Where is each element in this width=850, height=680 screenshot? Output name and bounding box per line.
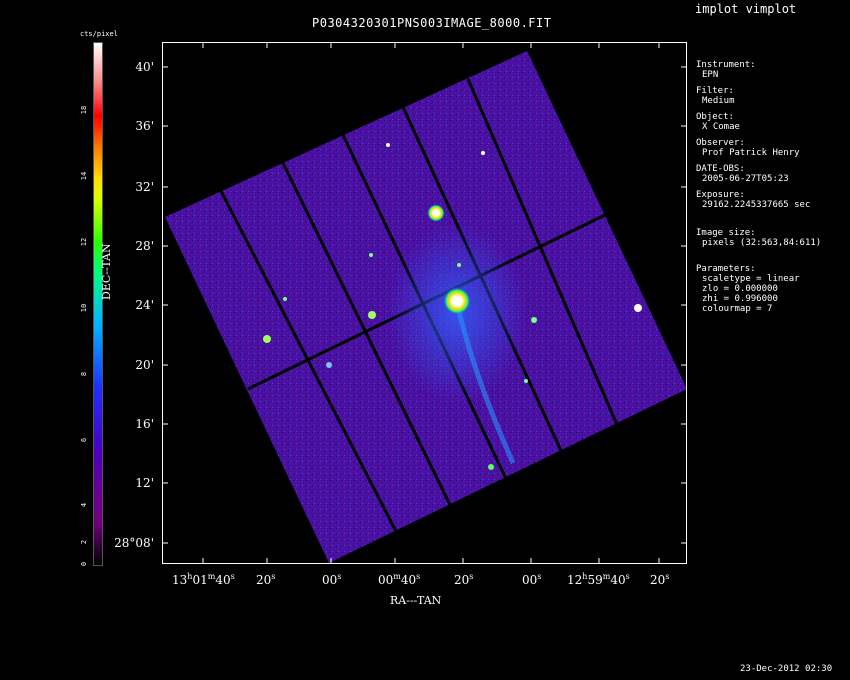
- param-zhi: zhi = 0.996000: [702, 294, 778, 304]
- app-title: implot vimplot: [695, 2, 797, 16]
- image-frame: [162, 42, 687, 564]
- filter-value: Medium: [702, 96, 735, 106]
- dec-tick: 16': [135, 417, 154, 431]
- object-label: Object:: [696, 112, 734, 122]
- colorbar-tick: 4: [79, 502, 88, 508]
- colorbar-tick: 8: [79, 371, 88, 377]
- filter-label: Filter:: [696, 86, 734, 96]
- colorbar-tick: 18: [79, 105, 88, 115]
- dec-tick: 28': [135, 239, 154, 253]
- instrument-value: EPN: [702, 70, 719, 80]
- dec-tick: 20': [135, 358, 154, 372]
- ra-tick: 00m40s: [378, 572, 421, 587]
- dec-tick: 24': [135, 298, 154, 312]
- param-zlo: zlo = 0.000000: [702, 284, 778, 294]
- ra-tick: 00s: [522, 572, 542, 587]
- observer-label: Observer:: [696, 138, 745, 148]
- colorbar-tick: 2: [79, 539, 88, 545]
- ra-tick: 12h59m40s: [567, 572, 630, 587]
- dec-tick: 28°08': [114, 536, 154, 550]
- ra-tick: 20s: [256, 572, 276, 587]
- timestamp: 23-Dec-2012 02:30: [740, 664, 833, 674]
- size-label: Image size:: [696, 228, 756, 238]
- param-scaletype: scaletype = linear: [702, 274, 800, 284]
- colorbar-tick: 12: [79, 237, 88, 247]
- y-axis-label: DEC--TAN: [100, 243, 113, 300]
- exposure-value: 29162.2245337665 sec: [702, 200, 811, 210]
- info-panel: Instrument: EPN Filter: Medium Object: X…: [696, 60, 821, 314]
- instrument-label: Instrument:: [696, 60, 756, 70]
- colorbar-tick: 10: [79, 303, 88, 313]
- ra-tick: 13h01m40s: [172, 572, 235, 587]
- plot-title: P0304320301PNS003IMAGE_8000.FIT: [312, 16, 552, 30]
- ra-tick: 00s: [322, 572, 342, 587]
- dec-tick: 12': [135, 476, 154, 490]
- object-value: X Comae: [702, 122, 740, 132]
- colorbar-tick: 6: [79, 437, 88, 443]
- ra-tick: 20s: [650, 572, 670, 587]
- size-value: pixels (32:563,84:611): [702, 238, 822, 248]
- dec-tick: 32': [135, 180, 154, 194]
- param-colourmap: colourmap = 7: [702, 304, 773, 314]
- x-axis-label: RA---TAN: [390, 594, 442, 607]
- dec-tick: 36': [135, 119, 154, 133]
- colorbar-tick: 14: [79, 171, 88, 181]
- params-label: Parameters:: [696, 264, 756, 274]
- date-label: DATE-OBS:: [696, 164, 745, 174]
- date-value: 2005-06-27T05:23: [702, 174, 789, 184]
- observer-value: Prof Patrick Henry: [702, 148, 800, 158]
- exposure-label: Exposure:: [696, 190, 745, 200]
- colorbar-label: cts/pixel: [80, 30, 118, 38]
- colorbar-ticks: 18 14 12 10 8 6 4 2 0: [68, 42, 92, 566]
- colorbar: [93, 42, 103, 566]
- colorbar-tick: 0: [79, 561, 88, 567]
- ra-tick: 20s: [454, 572, 474, 587]
- dec-tick: 40': [135, 60, 154, 74]
